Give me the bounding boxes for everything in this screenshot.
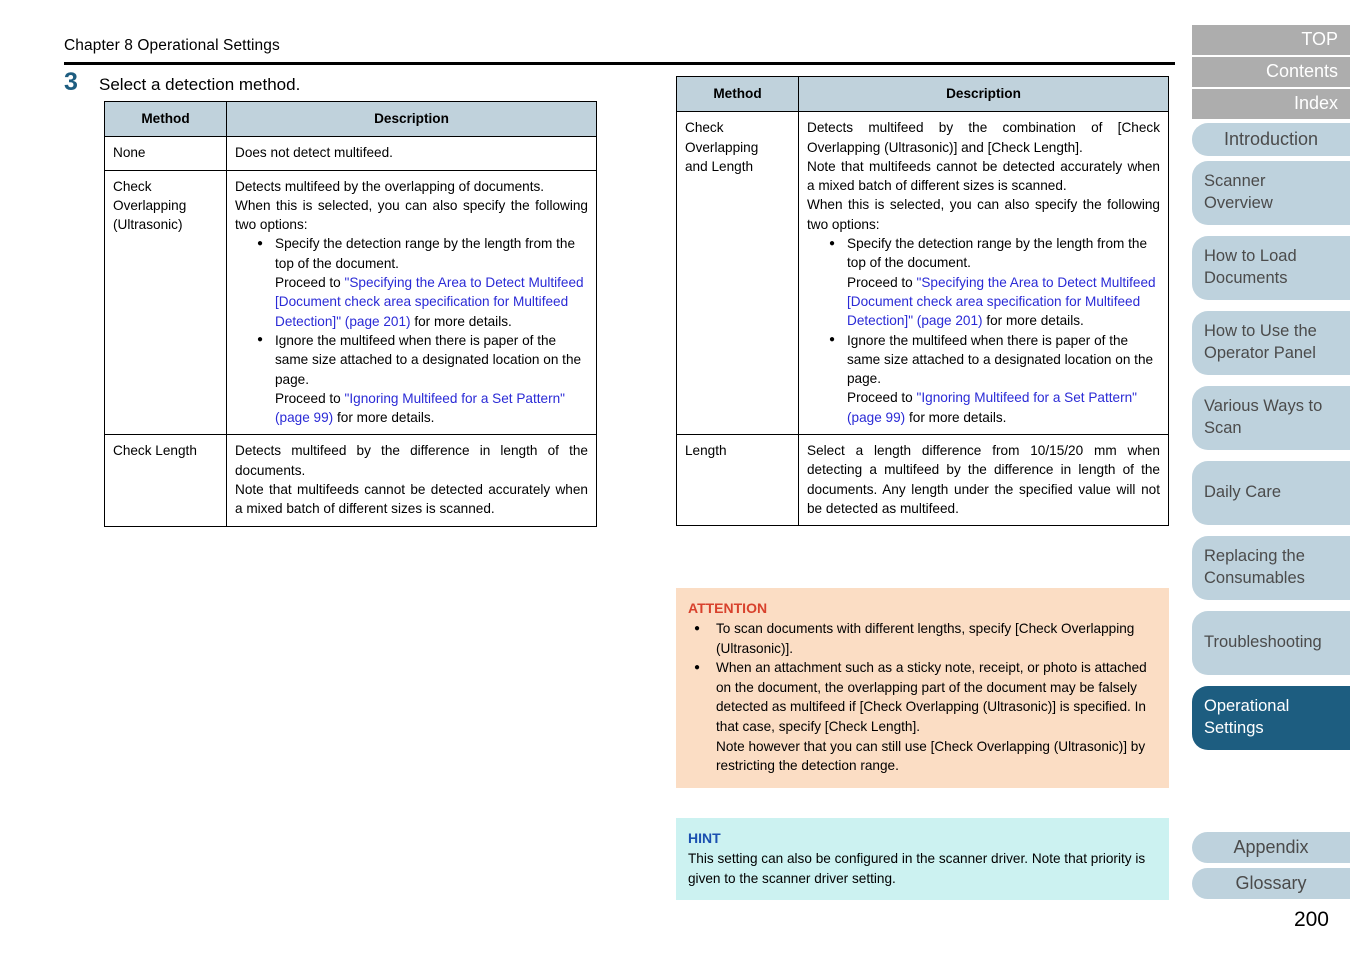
cell-method: Check Overlapping and Length — [676, 111, 799, 436]
chapter-header: Chapter 8 Operational Settings — [64, 37, 280, 54]
sidebar-item-how-to-load-documents[interactable]: How to Load Documents — [1192, 236, 1350, 300]
sidebar-item-various-ways-to-scan[interactable]: Various Ways to Scan — [1192, 386, 1350, 450]
sidebar-item-label: Index — [1293, 93, 1338, 114]
cell-description: Select a length difference from 10/15/20… — [798, 434, 1169, 527]
column-header-method: Method — [104, 100, 227, 138]
cell-description: Does not detect multifeed. — [226, 136, 597, 171]
option-list: Specify the detection range by the lengt… — [235, 234, 588, 427]
hint-body: This setting can also be configured in t… — [688, 851, 1146, 886]
column-header-description: Description — [226, 100, 597, 138]
proceed-suffix: for more details. — [905, 409, 1007, 425]
table-row: Check Length Detects multifeed by the di… — [104, 434, 597, 527]
hint-title: HINT — [688, 830, 721, 846]
table-row: Check Overlapping and Length Detects mul… — [676, 111, 1169, 436]
sidebar-item-replacing-the-consumables[interactable]: Replacing the Consumables — [1192, 536, 1350, 600]
proceed-line: Proceed to "Specifying the Area to Detec… — [275, 273, 588, 331]
list-item: To scan documents with different lengths… — [694, 619, 1155, 658]
table-row: Check Overlapping (Ultrasonic) Detects m… — [104, 169, 597, 436]
table-header-row: Method Description — [676, 75, 1169, 113]
proceed-line: Proceed to "Ignoring Multifeed for a Set… — [275, 389, 588, 428]
cell-method: Check Overlapping (Ultrasonic) — [104, 169, 227, 436]
proceed-prefix: Proceed to — [847, 274, 917, 290]
sidebar-item-label: Replacing the Consumables — [1204, 547, 1305, 587]
detection-method-table-left: Method Description None Does not detect … — [104, 100, 597, 527]
attention-list: To scan documents with different lengths… — [688, 619, 1155, 776]
sidebar-navigation: TOP Contents Index Introduction Scanner … — [1192, 0, 1350, 954]
sidebar-item-label: Scanner Overview — [1204, 172, 1273, 212]
list-item: When an attachment such as a sticky note… — [694, 658, 1155, 775]
sidebar-item-label: Appendix — [1233, 836, 1309, 857]
list-item: Specify the detection range by the lengt… — [257, 234, 588, 330]
sidebar-item-label: Introduction — [1223, 128, 1319, 149]
list-item: Specify the detection range by the lengt… — [829, 234, 1160, 330]
sidebar-item-glossary[interactable]: Glossary — [1192, 868, 1350, 899]
sidebar-item-top[interactable]: TOP — [1192, 25, 1350, 55]
description-intro: Does not detect multifeed. — [235, 145, 393, 161]
sidebar-item-how-to-use-operator-panel[interactable]: How to Use the Operator Panel — [1192, 311, 1350, 375]
cell-method: Check Length — [104, 434, 227, 527]
proceed-suffix: for more details. — [333, 410, 435, 426]
sidebar-item-introduction[interactable]: Introduction — [1192, 123, 1350, 156]
sidebar-item-label: Various Ways to Scan — [1204, 397, 1323, 437]
detection-method-table-right: Method Description Check Overlapping and… — [676, 75, 1169, 527]
proceed-line: Proceed to "Ignoring Multifeed for a Set… — [847, 388, 1160, 427]
bullet-text: Specify the detection range by the lengt… — [847, 236, 1148, 271]
step-instruction: Select a detection method. — [99, 75, 301, 94]
attention-callout: ATTENTION To scan documents with differe… — [676, 588, 1169, 788]
description-intro: Detects multifeed by the combination of … — [807, 120, 1160, 232]
attention-title: ATTENTION — [688, 600, 768, 616]
sidebar-item-label: Glossary — [1235, 872, 1307, 893]
sidebar-item-index[interactable]: Index — [1192, 89, 1350, 119]
list-item: Ignore the multifeed when there is paper… — [257, 330, 588, 428]
sidebar-item-label: Contents — [1265, 61, 1338, 82]
hint-callout: HINT This setting can also be configured… — [676, 818, 1169, 901]
proceed-suffix: for more details. — [982, 313, 1084, 329]
proceed-prefix: Proceed to — [847, 390, 917, 406]
header-divider — [64, 62, 1175, 65]
sidebar-item-daily-care[interactable]: Daily Care — [1192, 461, 1350, 525]
list-item: Ignore the multifeed when there is paper… — [829, 330, 1160, 427]
sidebar-item-appendix[interactable]: Appendix — [1192, 832, 1350, 863]
proceed-suffix: for more details. — [410, 313, 512, 329]
sidebar-item-label: Troubleshooting — [1204, 633, 1322, 652]
bullet-text: Specify the detection range by the lengt… — [275, 236, 576, 271]
sidebar-item-label: How to Load Documents — [1204, 247, 1297, 287]
proceed-line: Proceed to "Specifying the Area to Detec… — [847, 273, 1160, 331]
bullet-text: Ignore the multifeed when there is paper… — [275, 332, 582, 387]
cell-description: Detects multifeed by the overlapping of … — [226, 169, 597, 436]
document-page: Chapter 8 Operational Settings 3 Select … — [0, 0, 1350, 954]
sidebar-item-label: TOP — [1301, 29, 1338, 50]
sidebar-item-operational-settings[interactable]: Operational Settings — [1192, 686, 1350, 750]
sidebar-item-scanner-overview[interactable]: Scanner Overview — [1192, 161, 1350, 225]
step-heading: 3 Select a detection method. — [64, 70, 300, 95]
column-header-method: Method — [676, 75, 799, 113]
sidebar-item-label: How to Use the Operator Panel — [1204, 322, 1317, 362]
proceed-prefix: Proceed to — [275, 390, 345, 406]
option-list: Specify the detection range by the lengt… — [807, 234, 1160, 427]
column-header-description: Description — [798, 75, 1169, 113]
page-number: 200 — [1293, 908, 1329, 931]
cell-description: Detects multifeed by the difference in l… — [226, 434, 597, 527]
table-row: None Does not detect multifeed. — [104, 136, 597, 171]
sidebar-item-label: Operational Settings — [1204, 697, 1290, 737]
bullet-text: Ignore the multifeed when there is paper… — [847, 332, 1154, 387]
description-intro: Detects multifeed by the overlapping of … — [235, 178, 588, 233]
table-row: Length Select a length difference from 1… — [676, 434, 1169, 527]
cell-method: Length — [676, 434, 799, 527]
sidebar-item-contents[interactable]: Contents — [1192, 57, 1350, 87]
cell-method: None — [104, 136, 227, 171]
sidebar-item-label: Daily Care — [1204, 483, 1282, 502]
step-number: 3 — [64, 68, 78, 96]
table-header-row: Method Description — [104, 100, 597, 138]
proceed-prefix: Proceed to — [275, 275, 345, 291]
cell-description: Detects multifeed by the combination of … — [798, 111, 1169, 436]
sidebar-item-troubleshooting[interactable]: Troubleshooting — [1192, 611, 1350, 675]
